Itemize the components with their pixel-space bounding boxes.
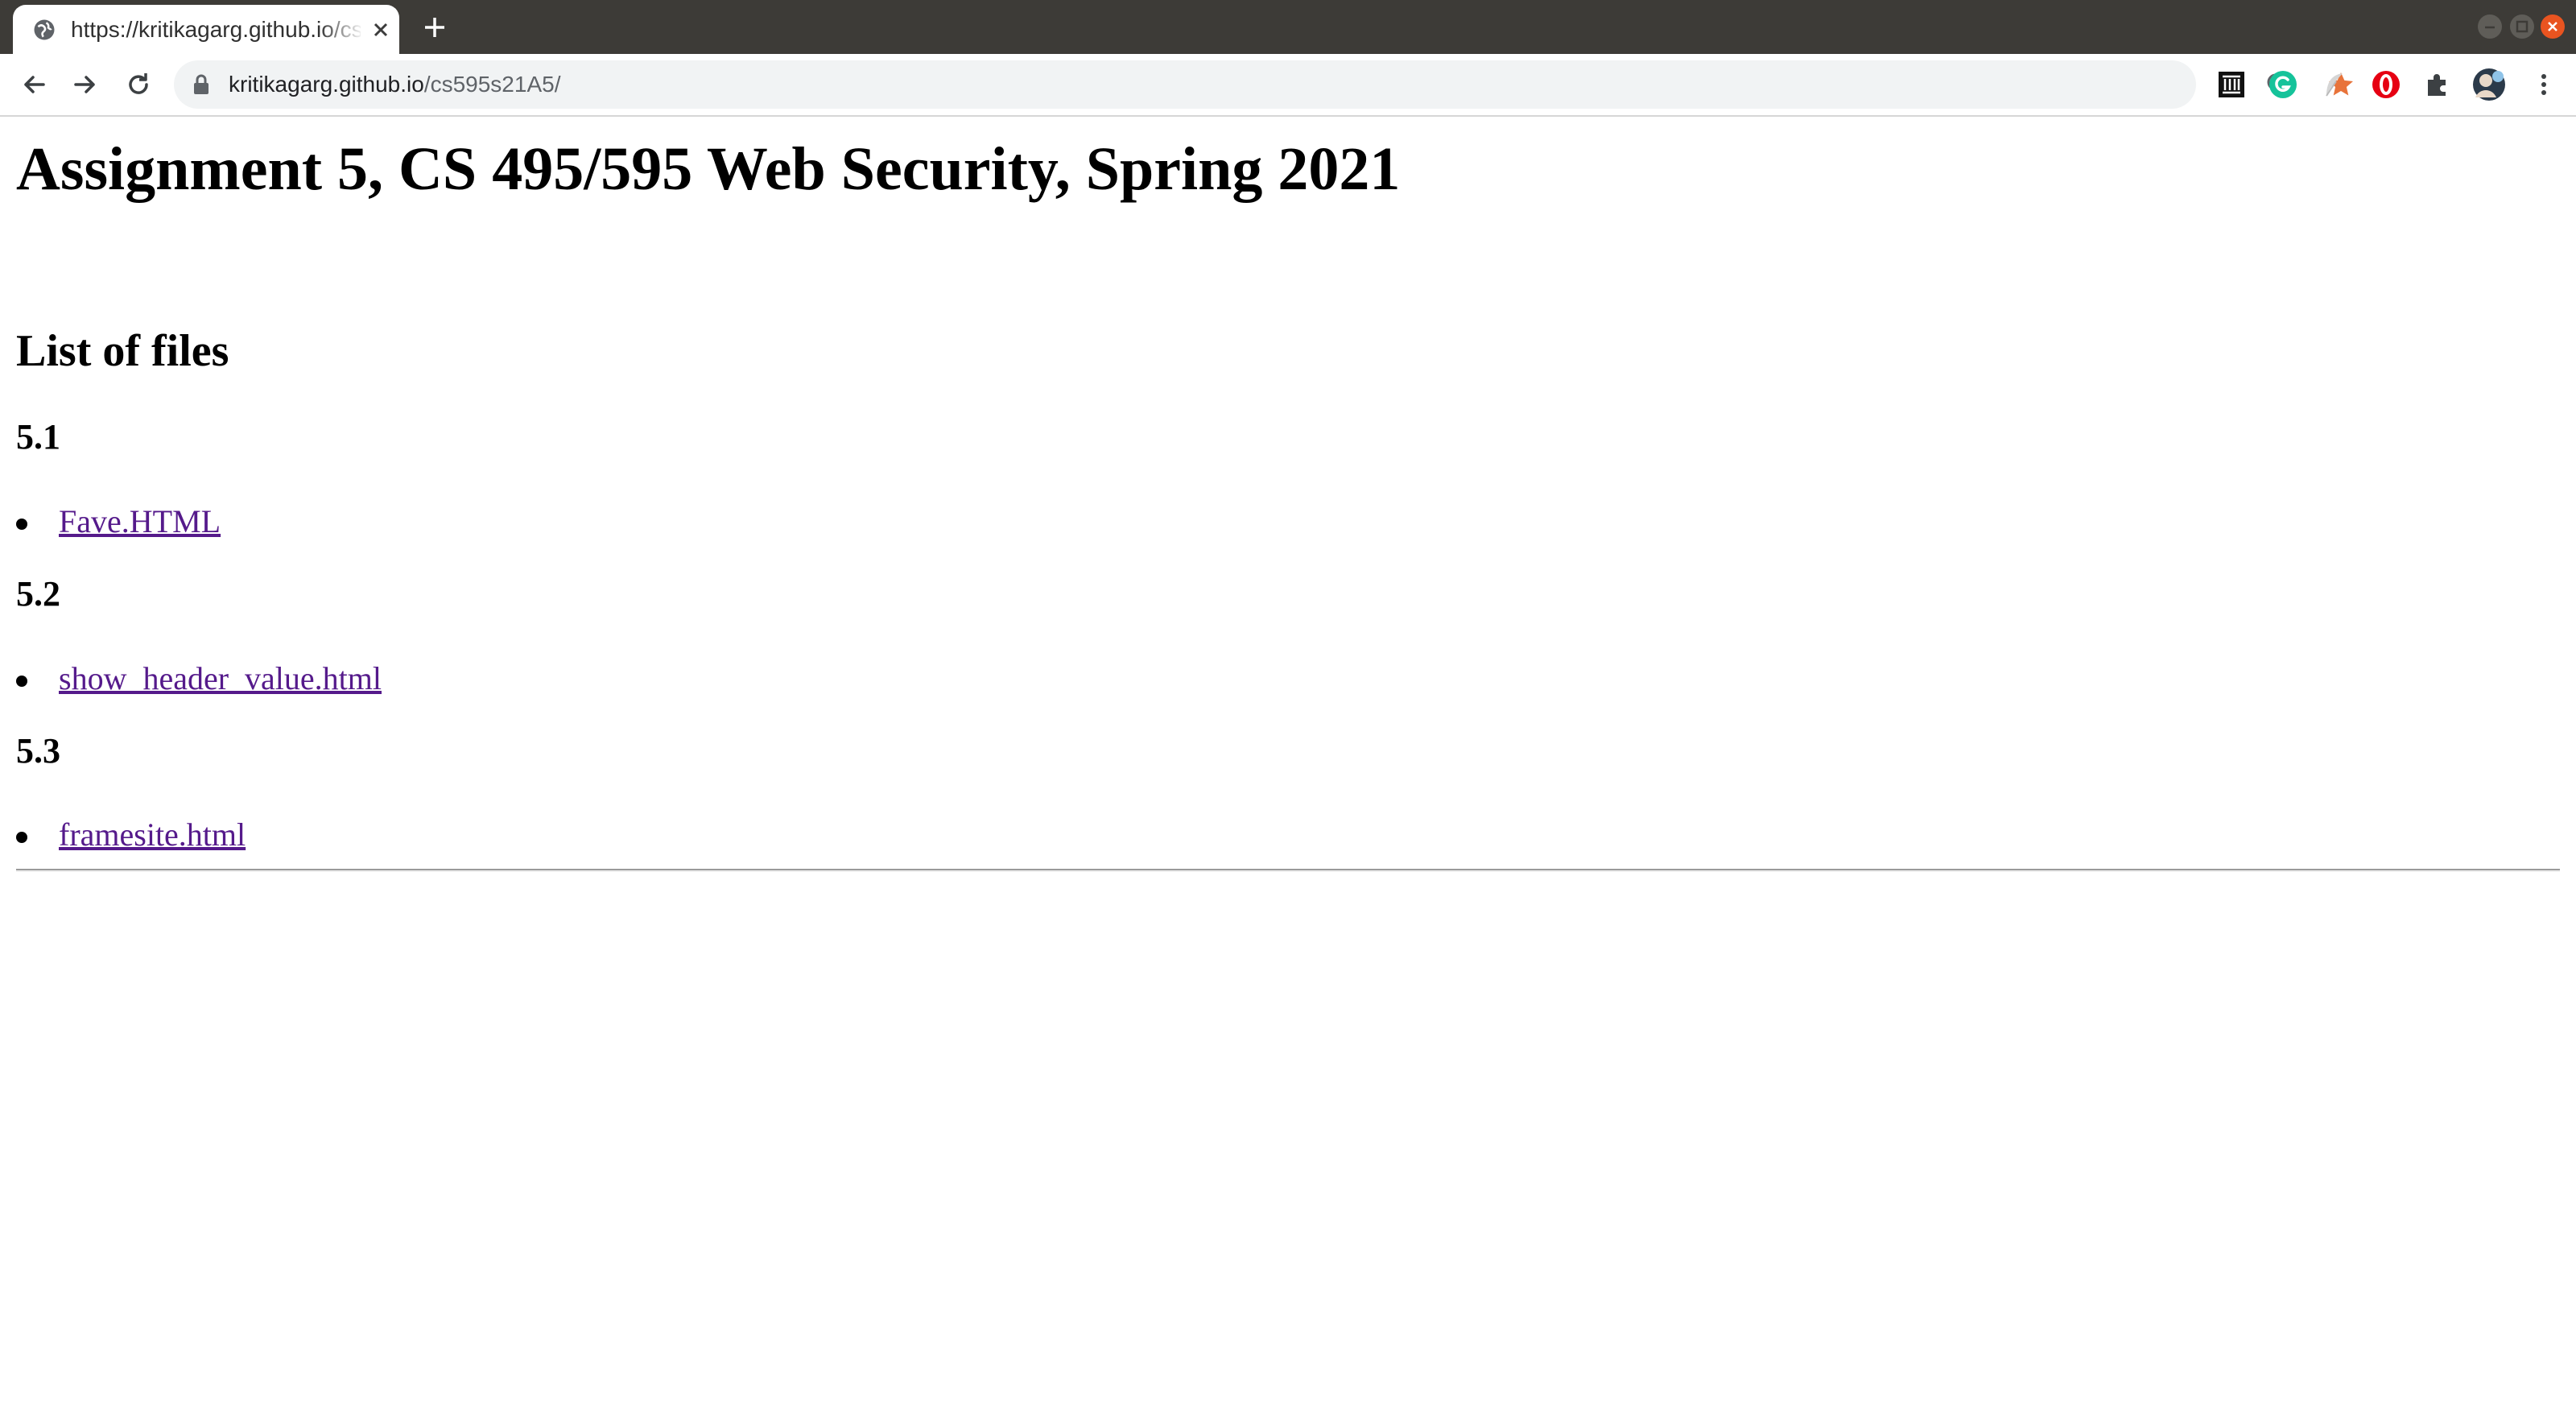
browser-toolbar: kritikagarg.github.io/cs595s21A5/ bbox=[0, 54, 2576, 117]
page-title: Assignment 5, CS 495/595 Web Security, S… bbox=[16, 135, 1401, 203]
tab-title: https://kritikagarg.github.io/cs595s21A5… bbox=[71, 17, 361, 42]
grammarly-extension-icon[interactable] bbox=[2267, 68, 2299, 101]
profile-avatar[interactable] bbox=[2471, 67, 2507, 102]
archive-extension-icon[interactable] bbox=[2215, 68, 2248, 101]
bullet-marker bbox=[16, 832, 27, 843]
section-heading-5-2: 5.2 bbox=[16, 574, 60, 614]
file-link-show-header-value[interactable]: show_header_value.html bbox=[59, 656, 382, 701]
globe-icon bbox=[34, 19, 55, 40]
bullet-marker bbox=[16, 519, 27, 530]
maximize-window-button[interactable] bbox=[2510, 14, 2534, 39]
tab-title-fade bbox=[319, 13, 364, 47]
minimize-window-button[interactable] bbox=[2478, 14, 2502, 39]
address-bar[interactable]: kritikagarg.github.io/cs595s21A5/ bbox=[174, 60, 2353, 109]
feather-extension-icon[interactable] bbox=[2318, 68, 2351, 101]
horizontal-rule bbox=[16, 869, 2560, 872]
close-window-button[interactable] bbox=[2541, 14, 2565, 39]
menu-icon[interactable] bbox=[2528, 68, 2560, 101]
page-content: Assignment 5, CS 495/595 Web Security, S… bbox=[0, 117, 2576, 1405]
file-link-framesite[interactable]: framesite.html bbox=[59, 812, 246, 857]
bullet-marker bbox=[16, 676, 27, 687]
close-tab-icon[interactable] bbox=[372, 21, 390, 39]
new-tab-icon[interactable] bbox=[419, 11, 451, 43]
opera-extension-icon[interactable] bbox=[2370, 68, 2402, 101]
url-path: /cs595s21A5/ bbox=[423, 72, 561, 97]
lock-icon bbox=[194, 74, 208, 94]
section-heading-5-3: 5.3 bbox=[16, 731, 60, 771]
browser-titlebar: https://kritikagarg.github.io/cs595s21A5… bbox=[0, 0, 2576, 54]
browser-tab[interactable]: https://kritikagarg.github.io/cs595s21A5… bbox=[13, 5, 399, 54]
url-host: kritikagarg.github.io bbox=[229, 72, 424, 97]
file-link-fave[interactable]: Fave.HTML bbox=[59, 499, 221, 544]
forward-icon[interactable] bbox=[69, 68, 101, 101]
reload-icon[interactable] bbox=[122, 68, 155, 101]
extensions-icon[interactable] bbox=[2421, 68, 2454, 101]
url-text[interactable]: kritikagarg.github.io/cs595s21A5/ bbox=[229, 68, 560, 101]
section-heading-5-1: 5.1 bbox=[16, 417, 60, 457]
list-heading: List of files bbox=[16, 326, 229, 376]
back-icon[interactable] bbox=[18, 68, 50, 101]
